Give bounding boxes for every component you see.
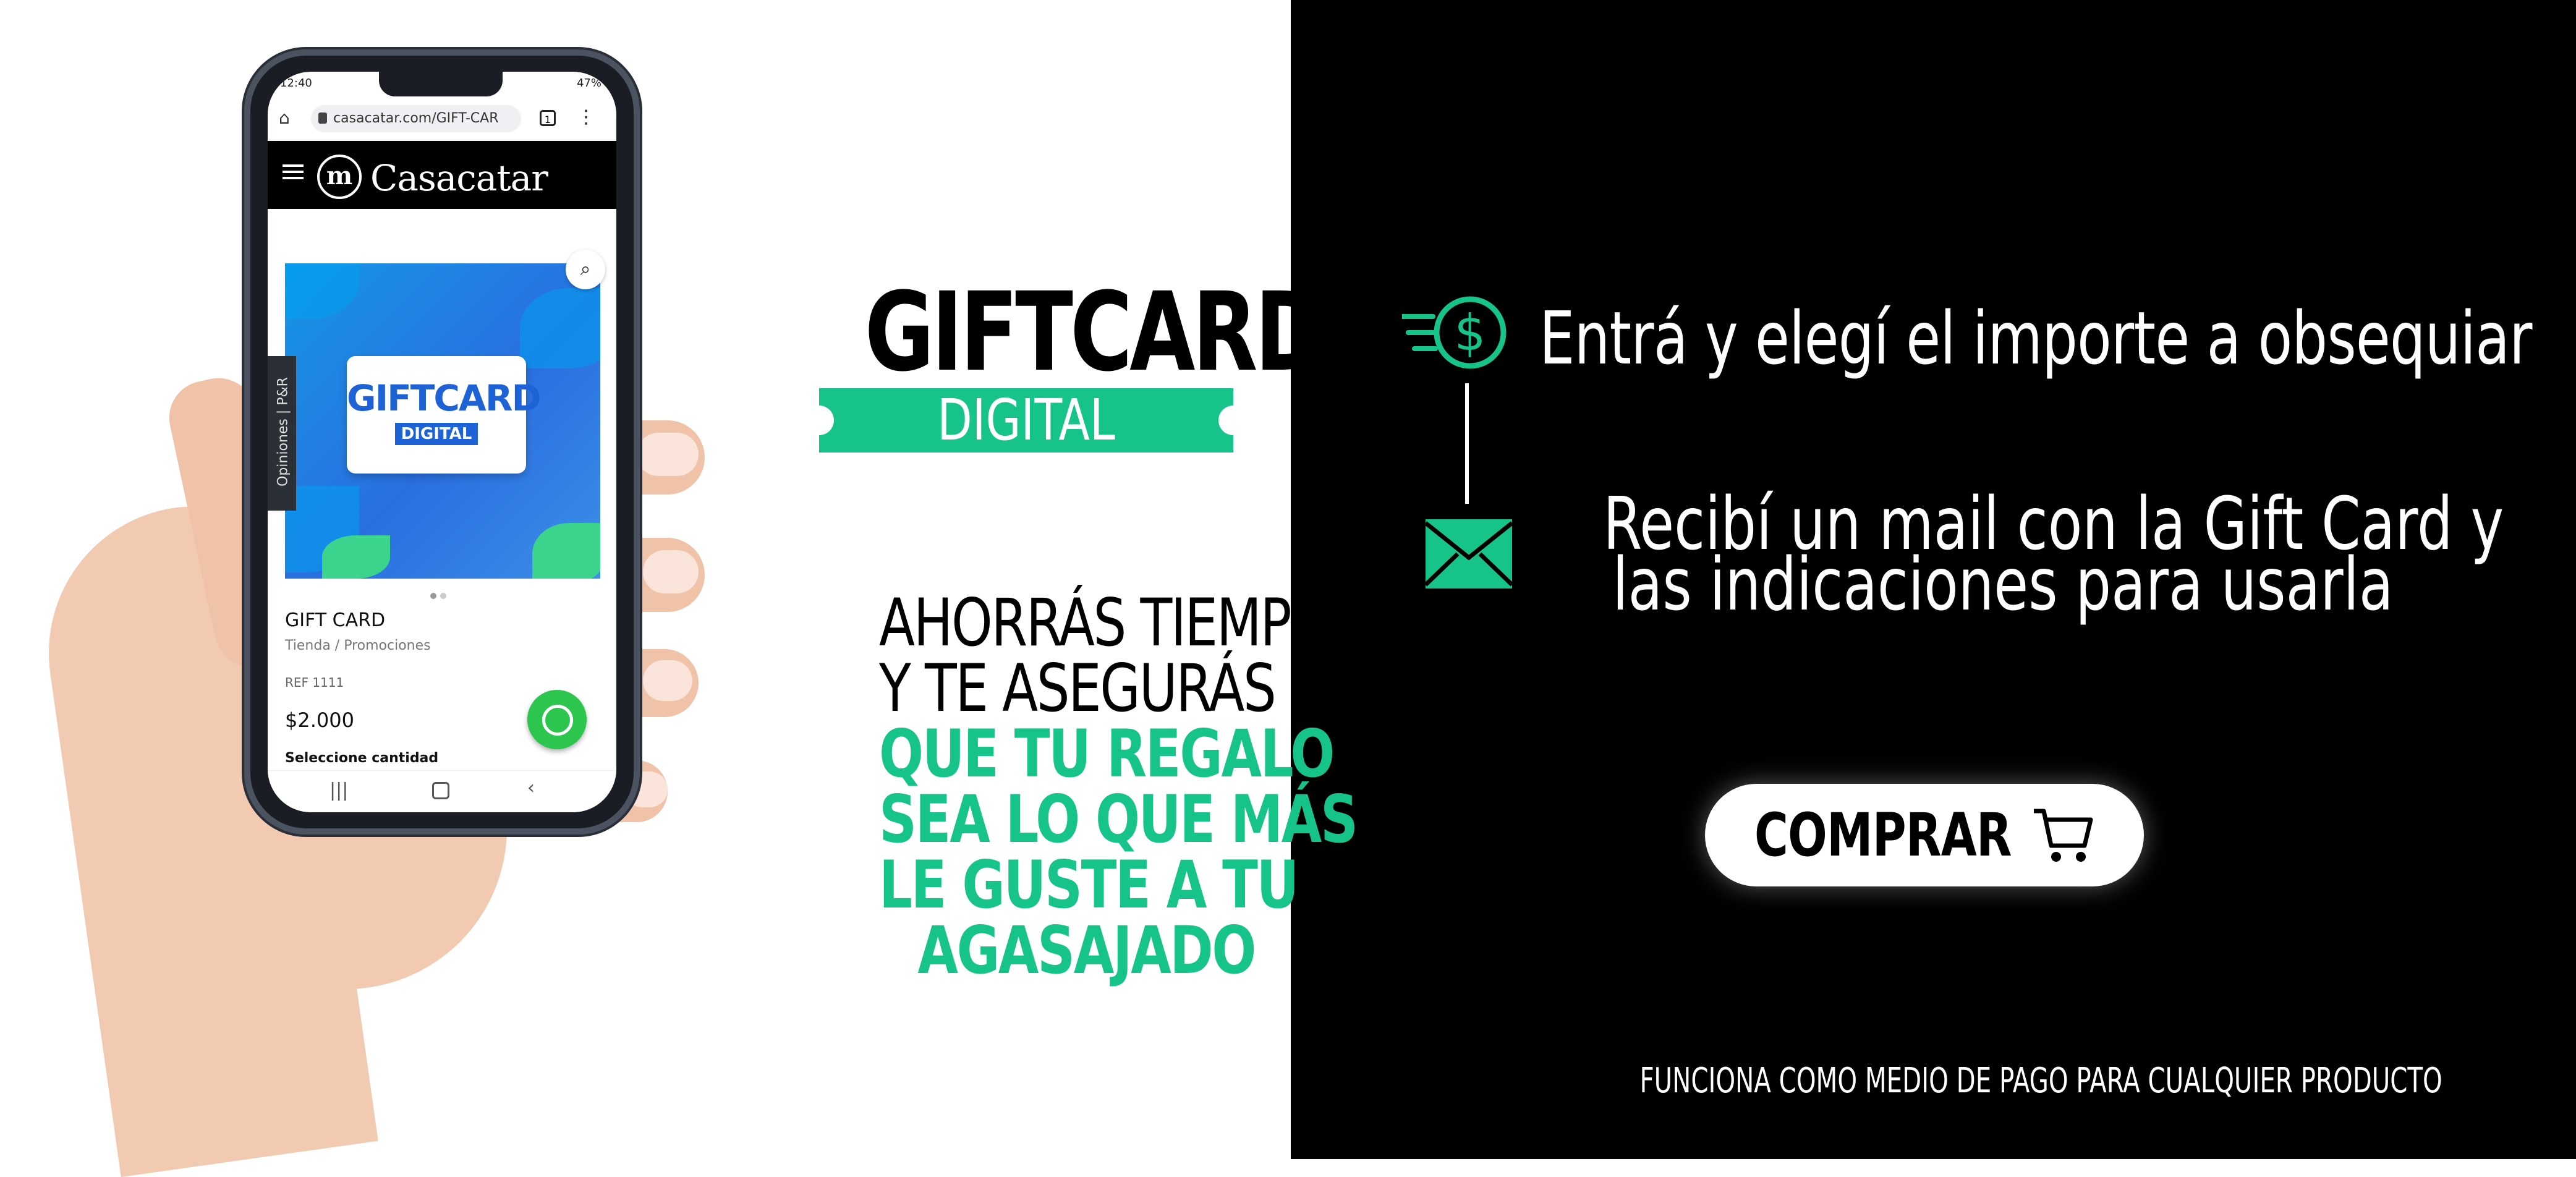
footer-note: FUNCIONA COMO MEDIO DE PAGO PARA CUALQUI… [1484,1061,2522,1101]
tagline-line: AHORRÁS TIEMPO [879,585,1332,661]
digital-ribbon: DIGITAL [804,387,1248,453]
tagline-highlight-line: QUE TU REGALO [879,716,1335,792]
tagline-line: Y TE ASEGURÁS [879,650,1277,726]
back-icon[interactable]: ‹ [527,777,535,799]
status-time: 12:40 [280,77,312,90]
url-text: casacatar.com/GIFT-CAR [333,111,499,126]
phone-notch [379,72,503,96]
quantity-label: Seleccione cantidad [285,750,439,766]
money-icon: $ [1402,296,1507,369]
step-two-line: las indicaciones para usarla [1612,542,2394,627]
carousel-dots[interactable] [428,590,448,601]
carousel-dot[interactable] [430,593,436,599]
tagline-highlight-line: SEA LO QUE MÁS [879,781,1358,857]
tagline-highlight-line: LE GUSTE A TU [879,847,1299,923]
product-price: $2.000 [285,708,354,732]
tagline-highlight-line: AGASAJADO [917,912,1256,988]
tab-count-button[interactable]: 1 [540,110,556,126]
footer-note-text: FUNCIONA COMO MEDIO DE PAGO PARA CUALQUI… [1639,1061,2442,1101]
search-icon[interactable]: ⌕ [566,250,605,289]
whatsapp-icon[interactable] [527,690,587,749]
giftcard-thumbnail: GIFTCARD DIGITAL [347,356,542,474]
lock-icon [318,113,327,124]
address-bar[interactable]: casacatar.com/GIFT-CAR [311,105,521,132]
step-connector [1465,383,1469,504]
hamburger-icon[interactable] [283,164,304,179]
recent-apps-icon[interactable]: ||| [329,780,348,801]
android-navbar: ||| ‹ [268,770,616,812]
home-icon[interactable]: ⌂ [279,109,297,127]
product-title: GIFT CARD [285,610,386,631]
thumbnail-subtitle: DIGITAL [395,423,478,445]
breadcrumb[interactable]: Tienda / Promociones [285,638,431,653]
product-image[interactable]: GIFTCARD DIGITAL [285,263,600,579]
site-logo-mark[interactable]: m [317,155,362,199]
cart-icon [2034,809,2093,862]
phone-mockup: 12:40 47% ⌂ casacatar.com/GIFT-CAR 1 ⋮ m… [250,56,634,828]
step-two-text: Recibí un mail con la Gift Card y las in… [1484,487,2522,627]
site-header: m Casacatar [268,141,616,209]
product-ref: REF 1111 [285,675,344,690]
status-battery: 47% [576,77,601,90]
giftcard-title: GIFTCARD [864,269,1325,396]
step-one-text: Entrá y elegí el importe a obsequiar [1539,295,2532,381]
site-logo-text[interactable]: Casacatar [370,157,548,199]
thumbnail-title: GIFTCARD [347,377,542,419]
browser-bar: ⌂ casacatar.com/GIFT-CAR 1 ⋮ [268,98,616,140]
buy-button[interactable]: COMPRAR [1705,784,2144,886]
digital-ribbon-label: DIGITAL [937,387,1115,453]
reviews-tab-label: Opiniones | P&R [275,377,291,487]
menu-dots-icon[interactable]: ⋮ [577,106,595,128]
buy-button-label: COMPRAR [1754,801,2012,870]
phone-screen: 12:40 47% ⌂ casacatar.com/GIFT-CAR 1 ⋮ m… [268,72,616,812]
reviews-tab[interactable]: Opiniones | P&R [268,356,296,511]
tagline: AHORRÁS TIEMPO Y TE ASEGURÁS QUE TU REGA… [785,585,1358,988]
home-nav-icon[interactable] [432,782,449,799]
carousel-dot[interactable] [440,593,446,599]
svg-text:$: $ [1455,304,1486,362]
